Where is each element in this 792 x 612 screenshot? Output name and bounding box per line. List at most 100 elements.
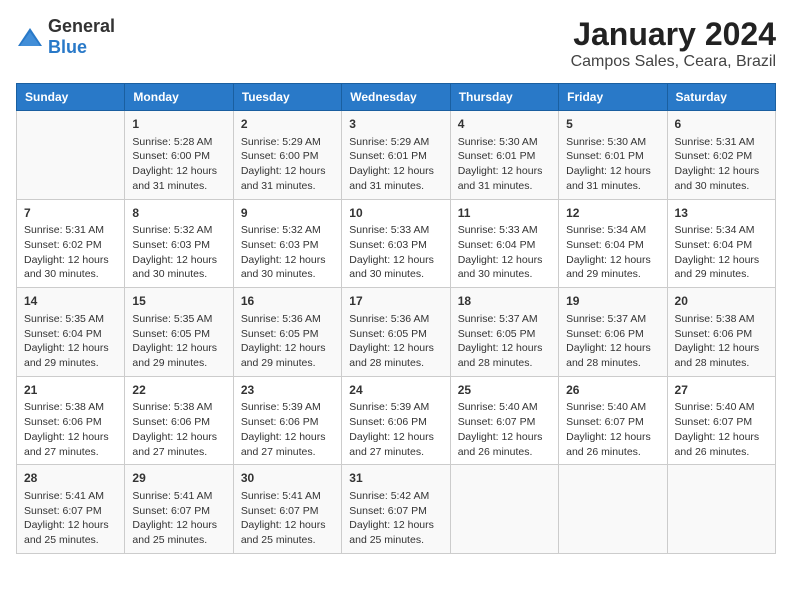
day-info: Sunrise: 5:38 AMSunset: 6:06 PMDaylight:… [132,400,225,459]
calendar-cell: 18 Sunrise: 5:37 AMSunset: 6:05 PMDayligh… [450,288,558,377]
day-info: Sunrise: 5:37 AMSunset: 6:05 PMDaylight:… [458,312,551,371]
calendar-cell: 16 Sunrise: 5:36 AMSunset: 6:05 PMDayligh… [233,288,341,377]
calendar-cell: 8Sunrise: 5:32 AMSunset: 6:03 PMDaylight… [125,199,233,288]
calendar-cell: 25Sunrise: 5:40 AMSunset: 6:07 PMDayligh… [450,376,558,465]
day-info: Sunrise: 5:30 AMSunset: 6:01 PMDaylight:… [458,135,551,194]
day-info: Sunrise: 5:33 AMSunset: 6:04 PMDaylight:… [458,223,551,282]
day-number: 18 [458,293,551,310]
calendar-cell [667,465,775,554]
day-info: Sunrise: 5:40 AMSunset: 6:07 PMDaylight:… [675,400,768,459]
calendar-cell: 31 Sunrise: 5:42 AMSunset: 6:07 PMDayligh… [342,465,450,554]
day-info: Sunrise: 5:36 AMSunset: 6:05 PMDaylight:… [349,312,442,371]
day-info: Sunrise: 5:29 AMSunset: 6:01 PMDaylight:… [349,135,442,194]
day-info: Sunrise: 5:41 AMSunset: 6:07 PMDaylight:… [241,489,334,548]
calendar-cell: 4 Sunrise: 5:30 AMSunset: 6:01 PMDaylight… [450,111,558,200]
day-number: 11 [458,205,551,222]
day-number: 5 [566,116,659,133]
page-header: General Blue January 2024 Campos Sales, … [16,16,776,71]
day-number: 23 [241,382,334,399]
calendar-cell: 5 Sunrise: 5:30 AMSunset: 6:01 PMDaylight… [559,111,667,200]
calendar-cell: 14 Sunrise: 5:35 AMSunset: 6:04 PMDayligh… [17,288,125,377]
day-info: Sunrise: 5:29 AMSunset: 6:00 PMDaylight:… [241,135,334,194]
day-info: Sunrise: 5:40 AMSunset: 6:07 PMDaylight:… [566,400,659,459]
day-info: Sunrise: 5:37 AMSunset: 6:06 PMDaylight:… [566,312,659,371]
calendar-cell: 3 Sunrise: 5:29 AMSunset: 6:01 PMDaylight… [342,111,450,200]
calendar-cell: 29Sunrise: 5:41 AMSunset: 6:07 PMDayligh… [125,465,233,554]
logo: General Blue [16,16,115,58]
week-row-3: 14 Sunrise: 5:35 AMSunset: 6:04 PMDayligh… [17,288,776,377]
calendar-cell: 15Sunrise: 5:35 AMSunset: 6:05 PMDayligh… [125,288,233,377]
week-row-1: 1 Sunrise: 5:28 AMSunset: 6:00 PMDaylight… [17,111,776,200]
day-number: 19 [566,293,659,310]
day-number: 24 [349,382,442,399]
header-sunday: Sunday [17,84,125,111]
calendar-cell: 12Sunrise: 5:34 AMSunset: 6:04 PMDayligh… [559,199,667,288]
calendar-cell: 6Sunrise: 5:31 AMSunset: 6:02 PMDaylight… [667,111,775,200]
calendar-cell: 17 Sunrise: 5:36 AMSunset: 6:05 PMDayligh… [342,288,450,377]
week-row-4: 21Sunrise: 5:38 AMSunset: 6:06 PMDayligh… [17,376,776,465]
logo-blue: Blue [48,37,87,57]
day-info: Sunrise: 5:36 AMSunset: 6:05 PMDaylight:… [241,312,334,371]
day-info: Sunrise: 5:42 AMSunset: 6:07 PMDaylight:… [349,489,442,548]
day-info: Sunrise: 5:40 AMSunset: 6:07 PMDaylight:… [458,400,551,459]
header-thursday: Thursday [450,84,558,111]
calendar-cell: 28 Sunrise: 5:41 AMSunset: 6:07 PMDayligh… [17,465,125,554]
calendar-body: 1 Sunrise: 5:28 AMSunset: 6:00 PMDaylight… [17,111,776,554]
calendar-title: January 2024 [571,16,776,53]
day-number: 28 [24,470,117,487]
day-number: 13 [675,205,768,222]
calendar-cell: 7Sunrise: 5:31 AMSunset: 6:02 PMDaylight… [17,199,125,288]
calendar-cell: 13Sunrise: 5:34 AMSunset: 6:04 PMDayligh… [667,199,775,288]
calendar-cell [17,111,125,200]
day-info: Sunrise: 5:39 AMSunset: 6:06 PMDaylight:… [241,400,334,459]
calendar-cell: 21Sunrise: 5:38 AMSunset: 6:06 PMDayligh… [17,376,125,465]
day-number: 6 [675,116,768,133]
day-info: Sunrise: 5:30 AMSunset: 6:01 PMDaylight:… [566,135,659,194]
logo-icon [16,26,44,48]
calendar-cell: 20Sunrise: 5:38 AMSunset: 6:06 PMDayligh… [667,288,775,377]
day-number: 10 [349,205,442,222]
day-info: Sunrise: 5:28 AMSunset: 6:00 PMDaylight:… [132,135,225,194]
calendar-cell: 19 Sunrise: 5:37 AMSunset: 6:06 PMDayligh… [559,288,667,377]
day-info: Sunrise: 5:31 AMSunset: 6:02 PMDaylight:… [24,223,117,282]
calendar-cell: 24Sunrise: 5:39 AMSunset: 6:06 PMDayligh… [342,376,450,465]
header-wednesday: Wednesday [342,84,450,111]
logo-text: General Blue [48,16,115,58]
day-info: Sunrise: 5:34 AMSunset: 6:04 PMDaylight:… [675,223,768,282]
calendar-table: SundayMondayTuesdayWednesdayThursdayFrid… [16,83,776,554]
calendar-cell: 9Sunrise: 5:32 AMSunset: 6:03 PMDaylight… [233,199,341,288]
day-number: 8 [132,205,225,222]
day-number: 27 [675,382,768,399]
header-monday: Monday [125,84,233,111]
day-number: 29 [132,470,225,487]
day-number: 31 [349,470,442,487]
day-info: Sunrise: 5:34 AMSunset: 6:04 PMDaylight:… [566,223,659,282]
day-info: Sunrise: 5:35 AMSunset: 6:05 PMDaylight:… [132,312,225,371]
header-tuesday: Tuesday [233,84,341,111]
day-number: 14 [24,293,117,310]
calendar-cell: 30Sunrise: 5:41 AMSunset: 6:07 PMDayligh… [233,465,341,554]
day-info: Sunrise: 5:39 AMSunset: 6:06 PMDaylight:… [349,400,442,459]
day-number: 7 [24,205,117,222]
day-number: 4 [458,116,551,133]
calendar-cell: 22Sunrise: 5:38 AMSunset: 6:06 PMDayligh… [125,376,233,465]
calendar-cell: 27Sunrise: 5:40 AMSunset: 6:07 PMDayligh… [667,376,775,465]
day-info: Sunrise: 5:35 AMSunset: 6:04 PMDaylight:… [24,312,117,371]
calendar-cell: 26Sunrise: 5:40 AMSunset: 6:07 PMDayligh… [559,376,667,465]
day-number: 21 [24,382,117,399]
day-info: Sunrise: 5:41 AMSunset: 6:07 PMDaylight:… [24,489,117,548]
day-number: 3 [349,116,442,133]
day-number: 26 [566,382,659,399]
calendar-cell: 10Sunrise: 5:33 AMSunset: 6:03 PMDayligh… [342,199,450,288]
day-number: 1 [132,116,225,133]
day-number: 16 [241,293,334,310]
day-number: 17 [349,293,442,310]
week-row-2: 7Sunrise: 5:31 AMSunset: 6:02 PMDaylight… [17,199,776,288]
calendar-header: SundayMondayTuesdayWednesdayThursdayFrid… [17,84,776,111]
calendar-cell: 2Sunrise: 5:29 AMSunset: 6:00 PMDaylight… [233,111,341,200]
header-saturday: Saturday [667,84,775,111]
title-block: January 2024 Campos Sales, Ceara, Brazil [571,16,776,71]
day-info: Sunrise: 5:38 AMSunset: 6:06 PMDaylight:… [24,400,117,459]
day-number: 9 [241,205,334,222]
calendar-subtitle: Campos Sales, Ceara, Brazil [571,53,776,71]
